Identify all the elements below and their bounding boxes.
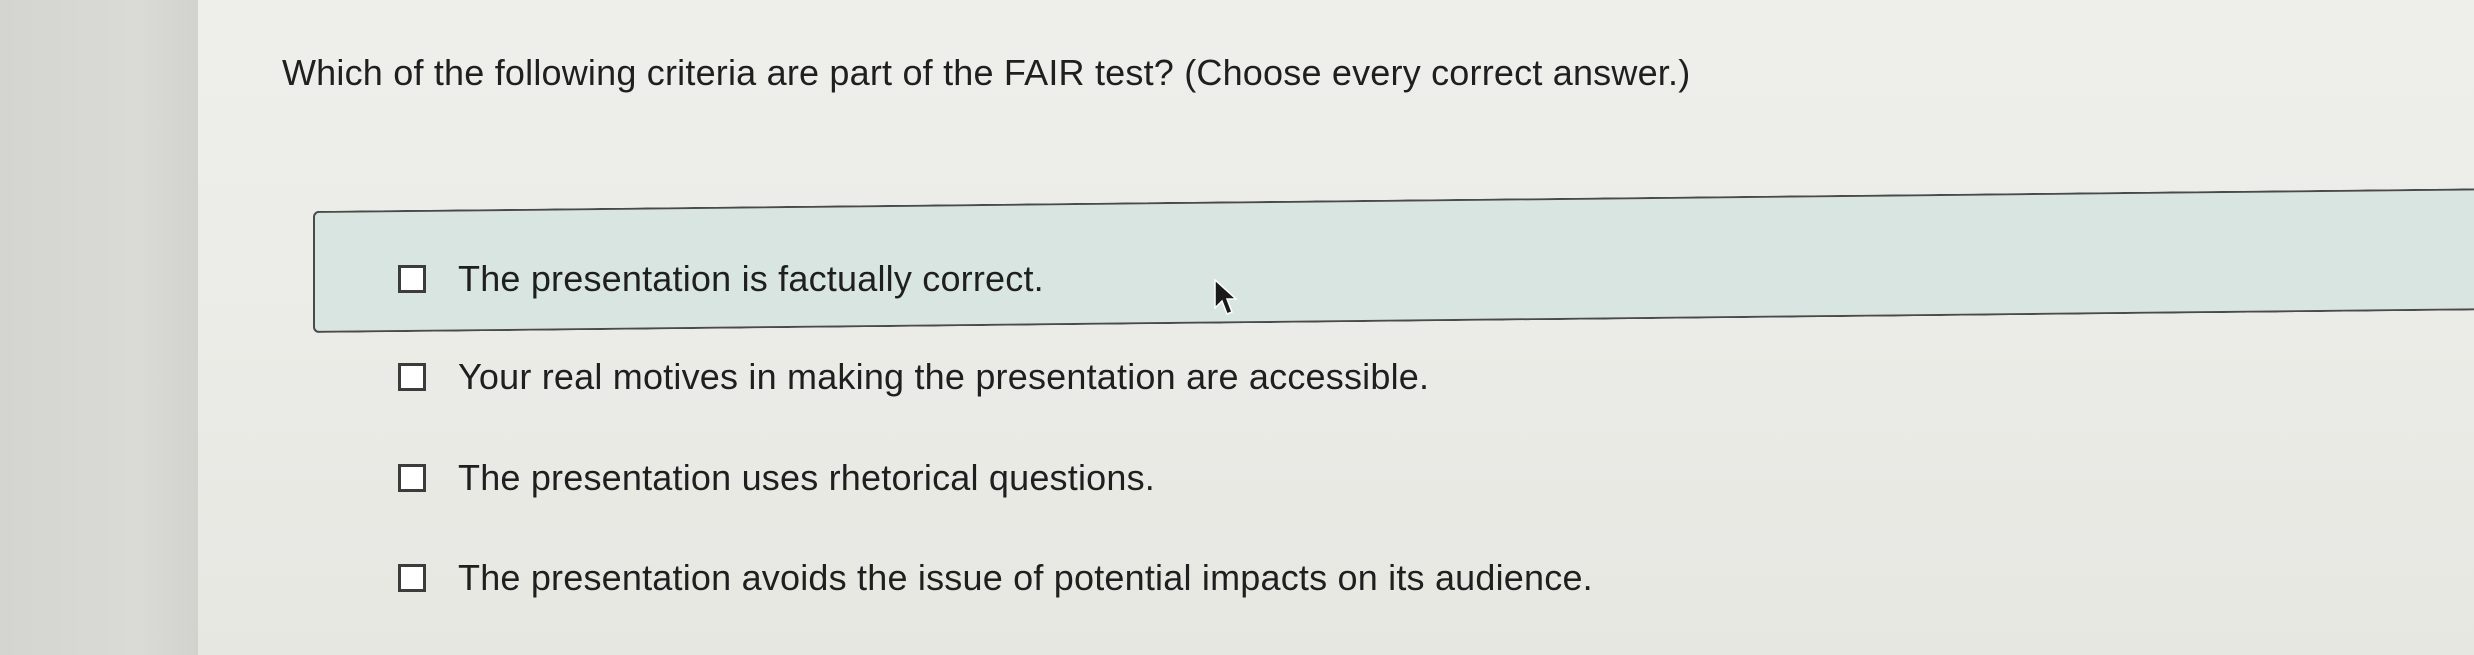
checkbox[interactable] — [398, 464, 426, 492]
checkbox[interactable] — [398, 564, 426, 592]
question-text: Which of the following criteria are part… — [282, 52, 1691, 93]
option-factually-correct[interactable]: The presentation is factually correct. — [398, 255, 1044, 303]
option-label: The presentation uses rhetorical questio… — [458, 457, 1155, 498]
option-real-motives[interactable]: Your real motives in making the presenta… — [398, 353, 1429, 401]
option-rhetorical-questions[interactable]: The presentation uses rhetorical questio… — [398, 454, 1155, 502]
option-label: The presentation avoids the issue of pot… — [458, 557, 1593, 598]
checkbox[interactable] — [398, 363, 426, 391]
arrow-cursor-icon — [1214, 278, 1237, 315]
option-label: Your real motives in making the presenta… — [458, 356, 1430, 397]
checkbox[interactable] — [398, 265, 426, 293]
left-bezel — [0, 0, 198, 655]
option-avoids-impacts[interactable]: The presentation avoids the issue of pot… — [398, 554, 1593, 602]
option-label: The presentation is factually correct. — [458, 258, 1044, 299]
